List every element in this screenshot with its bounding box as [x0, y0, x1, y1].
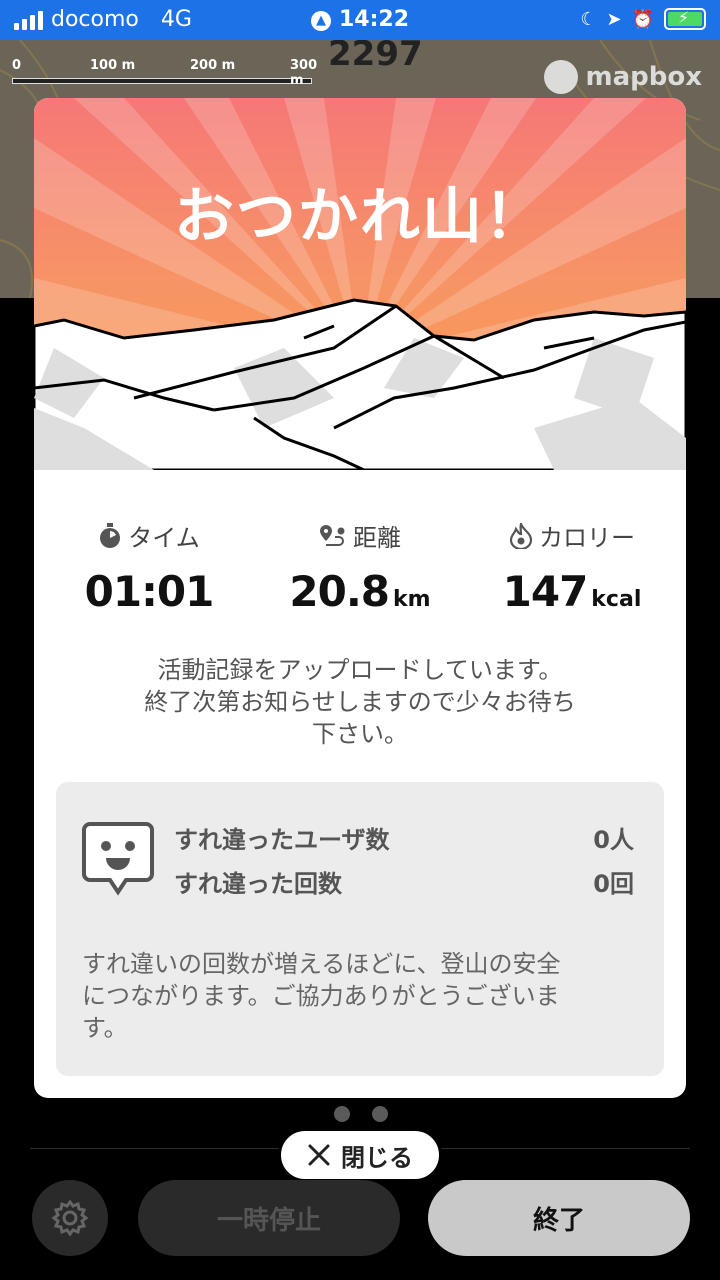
close-button[interactable]: 閉じる — [278, 1128, 442, 1182]
scale-label: 200 m — [190, 58, 236, 73]
stat-distance: 距離 20.8 km — [260, 518, 460, 616]
congrats-title: おつかれ山！ — [174, 182, 546, 252]
elevation-label: 2297 — [328, 40, 423, 74]
stat-time-value: 01:01 — [84, 567, 215, 616]
stat-distance-unit: km — [393, 587, 431, 612]
stat-calories-label: カロリー — [539, 524, 635, 552]
scale-label: 0 — [12, 58, 22, 73]
battery-icon: ⚡ — [664, 8, 706, 30]
close-button-label: 閉じる — [341, 1143, 413, 1172]
flame-icon — [509, 522, 533, 549]
passing-users-label: すれ違ったユーザ数 — [174, 826, 390, 854]
stopwatch-icon — [100, 522, 121, 548]
stat-calories: カロリー 147 kcal — [472, 518, 672, 616]
pause-button[interactable]: 一時停止 — [138, 1180, 400, 1256]
stat-distance-label: 距離 — [353, 524, 401, 552]
passing-users-row: すれ違ったユーザ数 0人 — [174, 820, 634, 855]
passing-face-icon — [82, 822, 154, 896]
gear-icon — [51, 1199, 89, 1237]
alarm-icon: ⏰ — [631, 8, 654, 30]
navigation-icon: ▲ — [310, 11, 331, 31]
bottom-controls: 一時停止 終了 — [0, 1180, 720, 1280]
scale-label: 100 m — [90, 58, 136, 73]
stat-time: タイム 01:01 — [49, 518, 249, 616]
end-button[interactable]: 終了 — [428, 1180, 690, 1256]
location-arrow-icon: ➤ — [606, 8, 622, 30]
stat-calories-value: 147 — [502, 567, 589, 616]
upload-message: 活動記録をアップロードしています。 終了次第お知らせしますので少々お待ち 下さい… — [144, 656, 576, 748]
stat-time-label: タイム — [128, 524, 200, 552]
scale-label: 300 m — [290, 58, 318, 88]
settings-button[interactable] — [32, 1180, 108, 1256]
passing-times-label: すれ違った回数 — [174, 870, 342, 898]
status-bar: docomo 4G ▲ 14:22 ☾ ➤ ⏰ ⚡ — [0, 0, 720, 40]
passing-panel: すれ違ったユーザ数 0人 すれ違った回数 0回 すれ違いの回数が増えるほどに、登… — [56, 782, 664, 1076]
status-right: ☾ ➤ ⏰ ⚡ — [580, 8, 706, 30]
route-pin-icon — [320, 524, 345, 546]
map-scale-bar: 0 100 m 200 m 300 m — [12, 58, 322, 88]
moon-icon: ☾ — [580, 8, 597, 30]
mapbox-icon — [543, 60, 578, 94]
summary-card: おつかれ山！ タイム 01:01 距離 20.8 km カロリー 147 kca… — [34, 98, 686, 1098]
passing-note: すれ違いの回数が増えるほどに、登山の安全 につながります。ご協力ありがとうござい… — [82, 950, 561, 1042]
mapbox-logo: mapbox — [543, 60, 702, 94]
passing-times-value: 0回 — [593, 870, 634, 898]
mountain-illustration-icon — [34, 98, 686, 470]
passing-times-row: すれ違った回数 0回 — [174, 864, 634, 899]
stat-calories-unit: kcal — [591, 587, 642, 612]
close-icon — [308, 1144, 330, 1166]
summit-banner: おつかれ山！ — [34, 98, 686, 470]
page-indicator — [334, 1106, 388, 1122]
page-dot[interactable] — [372, 1106, 388, 1122]
page-dot[interactable] — [334, 1106, 350, 1122]
activity-stats: タイム 01:01 距離 20.8 km カロリー 147 kcal — [34, 518, 686, 618]
clock-label: 14:22 — [338, 7, 410, 32]
stat-distance-value: 20.8 — [289, 567, 390, 616]
passing-users-value: 0人 — [593, 826, 634, 854]
